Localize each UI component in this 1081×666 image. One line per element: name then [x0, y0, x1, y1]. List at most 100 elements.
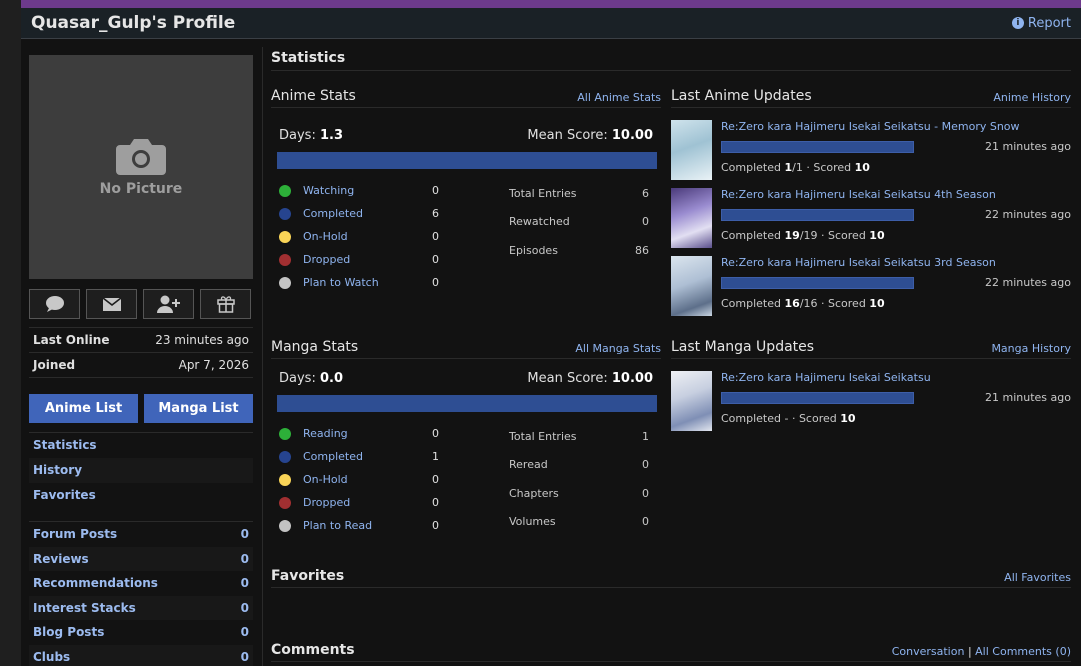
status-dot — [279, 427, 291, 440]
mean-score-label: Mean Score: — [527, 128, 608, 143]
status-plan-to-read[interactable]: Plan to Read 0 — [279, 514, 509, 537]
progress-bar — [721, 276, 914, 289]
status-on-hold[interactable]: On-Hold 0 — [279, 225, 509, 248]
days-label: Days: — [279, 128, 316, 143]
sidebar-item-statistics[interactable]: Statistics — [29, 433, 253, 458]
update-title-link[interactable]: Re:Zero kara Hajimeru Isekai Seikatsu 3r… — [721, 256, 1071, 272]
anime-cover-image[interactable] — [671, 120, 712, 180]
update-progress-row: 21 minutes ago — [721, 140, 1071, 153]
anime-list-button[interactable]: Anime List — [29, 394, 138, 423]
status-dot — [279, 473, 291, 486]
days-value: 0.0 — [319, 371, 343, 386]
days-label: Days: — [279, 371, 316, 386]
total-label: Total Entries — [509, 186, 577, 200]
update-title-link[interactable]: Re:Zero kara Hajimeru Isekai Seikatsu — [721, 371, 1071, 387]
status-on-hold[interactable]: On-Hold 0 — [279, 468, 509, 491]
status-dropped[interactable]: Dropped 0 — [279, 491, 509, 514]
status-dropped[interactable]: Dropped 0 — [279, 248, 509, 271]
mean-score-value: 10.00 — [611, 371, 653, 386]
profile-sidebar: No Picture Last Online 23 minutes ago Jo… — [29, 55, 253, 666]
conversation-link[interactable]: Conversation — [892, 645, 965, 658]
sidebar-item-clubs[interactable]: Clubs 0 — [29, 644, 253, 666]
count-value: 0 — [240, 625, 249, 639]
status-count: 6 — [432, 207, 439, 220]
sidebar-item-interest-stacks[interactable]: Interest Stacks 0 — [29, 595, 253, 620]
update-title-link[interactable]: Re:Zero kara Hajimeru Isekai Seikatsu - … — [721, 120, 1071, 136]
status-score: 10 — [869, 229, 885, 242]
status-count: 0 — [432, 496, 439, 509]
report-link[interactable]: i Report — [1011, 16, 1071, 31]
manga-cover-image[interactable] — [671, 371, 712, 431]
status-count: 0 — [432, 184, 439, 197]
status-dot — [279, 253, 291, 266]
sidebar-item-blog-posts[interactable]: Blog Posts 0 — [29, 620, 253, 645]
anime-cover-image[interactable] — [671, 256, 712, 316]
status-count: 0 — [432, 253, 439, 266]
all-manga-stats-link[interactable]: All Manga Stats — [575, 342, 661, 355]
comments-separator: | — [967, 645, 972, 658]
chapters-row: Chapters 0 — [509, 479, 649, 508]
update-title-link[interactable]: Re:Zero kara Hajimeru Isekai Seikatsu 4t… — [721, 188, 1071, 204]
manga-update-item: Re:Zero kara Hajimeru Isekai Seikatsu 21… — [671, 371, 1071, 431]
comments-title: Comments — [271, 642, 355, 658]
anime-cover-image[interactable] — [671, 188, 712, 248]
manga-list-button[interactable]: Manga List — [144, 394, 253, 423]
manga-history-link[interactable]: Manga History — [991, 342, 1071, 355]
comment-button[interactable] — [29, 289, 80, 319]
update-body: Re:Zero kara Hajimeru Isekai Seikatsu - … — [721, 120, 1071, 180]
anime-totals-list: Total Entries 6 Rewatched 0 Episodes 86 — [509, 179, 649, 294]
status-completed[interactable]: Completed 6 — [279, 202, 509, 225]
status-score: 10 — [869, 297, 885, 310]
manga-totals-list: Total Entries 1 Reread 0 Chapters 0 Volumes… — [509, 422, 649, 537]
anime-updates-section: Last Anime Updates Anime History Re:Zero… — [671, 88, 1071, 316]
favorites-header: Favorites All Favorites — [271, 568, 1071, 588]
sidebar-item-favorites[interactable]: Favorites — [29, 483, 253, 508]
progress-bar — [721, 140, 914, 153]
message-button[interactable] — [86, 289, 137, 319]
manga-mean-score: Mean Score: 10.00 — [527, 371, 653, 386]
manga-updates-section: Last Manga Updates Manga History Re:Zero… — [671, 339, 1071, 431]
status-dot — [279, 230, 291, 243]
last-online-row: Last Online 23 minutes ago — [29, 328, 253, 353]
anime-update-item: Re:Zero kara Hajimeru Isekai Seikatsu 3r… — [671, 256, 1071, 316]
update-time: 21 minutes ago — [985, 140, 1071, 153]
status-plan-to-watch[interactable]: Plan to Watch 0 — [279, 271, 509, 294]
update-time: 22 minutes ago — [985, 208, 1071, 221]
count-value: 0 — [240, 649, 249, 664]
status-prefix: Completed — [721, 161, 785, 174]
sidebar-item-history[interactable]: History — [29, 458, 253, 483]
sidebar-item-reviews[interactable]: Reviews 0 — [29, 546, 253, 571]
all-comments-link[interactable]: All Comments (0) — [975, 645, 1071, 658]
sidebar-item-forum-posts[interactable]: Forum Posts 0 — [29, 522, 253, 547]
manga-stats-title: Manga Stats — [271, 339, 359, 355]
status-completed[interactable]: Completed 1 — [279, 445, 509, 468]
total-label: Total Entries — [509, 429, 577, 443]
manga-stats-section: Manga Stats All Manga Stats Days: 0.0 Me… — [271, 339, 661, 537]
manga-updates-header: Last Manga Updates Manga History — [671, 339, 1071, 359]
statistics-title: Statistics — [271, 50, 1071, 71]
count-label: Interest Stacks — [33, 600, 136, 615]
sidebar-item-recommendations[interactable]: Recommendations 0 — [29, 571, 253, 596]
total-entries-row: Total Entries 1 — [509, 422, 649, 451]
anime-stats-title: Anime Stats — [271, 88, 356, 104]
status-progress: 1 — [784, 161, 793, 174]
status-total: /19 · Scored — [799, 229, 870, 242]
comments-links: Conversation | All Comments (0) — [892, 645, 1071, 658]
manga-stat-lists: Reading 0 Completed 1 On-Hold 0 Dropped 0 Pl… — [271, 422, 661, 537]
add-friend-button[interactable] — [143, 289, 194, 319]
progress-bar — [721, 391, 914, 404]
days-value: 1.3 — [319, 128, 343, 143]
status-watching[interactable]: Watching 0 — [279, 179, 509, 202]
anime-stat-lists: Watching 0 Completed 6 On-Hold 0 Dropped 0 P… — [271, 179, 661, 294]
count-value: 0 — [240, 576, 249, 590]
all-anime-stats-link[interactable]: All Anime Stats — [577, 91, 661, 104]
status-label: Dropped — [303, 253, 351, 266]
count-label: Blog Posts — [33, 625, 105, 639]
all-favorites-link[interactable]: All Favorites — [1004, 571, 1071, 584]
status-reading[interactable]: Reading 0 — [279, 422, 509, 445]
total-value: 1 — [642, 429, 649, 443]
anime-history-link[interactable]: Anime History — [993, 91, 1071, 104]
manga-status-list: Reading 0 Completed 1 On-Hold 0 Dropped 0 Pl… — [279, 422, 509, 537]
gift-button[interactable] — [200, 289, 251, 319]
volumes-row: Volumes 0 — [509, 508, 649, 537]
